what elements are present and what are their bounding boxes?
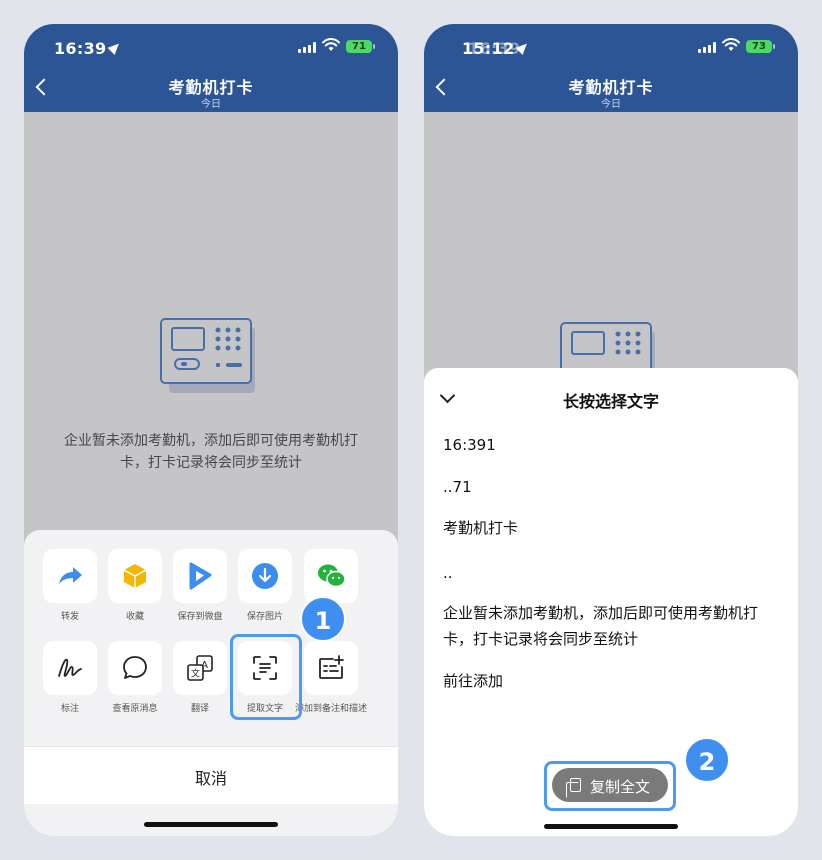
page-subtitle: 今日 (601, 99, 621, 110)
favorite-button[interactable] (108, 549, 162, 603)
wifi-icon (722, 38, 740, 51)
translate-icon: A文 (187, 655, 213, 681)
forward-button[interactable] (43, 549, 97, 603)
empty-state-message: 企业暂未添加考勤机，添加后即可使用考勤机打卡，打卡记录将会同步至统计 (64, 433, 358, 471)
add-to-notes-button[interactable] (304, 641, 358, 695)
copy-icon (566, 778, 581, 798)
status-bar: 16:39 15:12 73 (424, 24, 798, 68)
ocr-text-line[interactable]: ..71 (443, 474, 782, 500)
save-to-wedrive-button[interactable] (173, 549, 227, 603)
favorite-cube-icon (123, 564, 147, 588)
signature-icon (58, 658, 82, 677)
extract-text-highlight (230, 634, 302, 720)
cellular-signal-icon (298, 42, 316, 53)
nav-bar: 考勤机打卡 今日 (24, 68, 398, 112)
nav-bar: 考勤机打卡 今日 (424, 68, 798, 112)
status-bar: 16:39 71 (24, 24, 398, 68)
wedrive-icon (189, 562, 212, 590)
location-arrow-icon (516, 40, 531, 55)
left-phone-screen: 16:39 71 考勤机打卡 今日 企业暂未添加考勤机，添加后即可使用考勤机打卡… (24, 24, 398, 836)
ocr-text-line[interactable]: 考勤机打卡 (443, 515, 782, 541)
battery-icon: 73 (746, 40, 775, 53)
wechat-button[interactable] (304, 549, 358, 603)
translate-button[interactable]: A文 (173, 641, 227, 695)
download-icon (252, 563, 278, 589)
cellular-signal-icon (698, 42, 716, 53)
home-indicator (144, 822, 278, 827)
add-to-notes-label: 添加到备注和描述 (294, 704, 367, 714)
ocr-text-line[interactable]: .. (443, 560, 782, 586)
view-original-message-button[interactable] (108, 641, 162, 695)
home-indicator (544, 824, 678, 829)
cancel-label: 取消 (194, 769, 227, 788)
forward-arrow-icon (59, 567, 82, 584)
annotate-button[interactable] (43, 641, 97, 695)
save-image-button[interactable] (238, 549, 292, 603)
copy-all-label: 复制全文 (590, 778, 651, 796)
extracted-text-sheet: 长按选择文字 16:391 ..71 考勤机打卡 .. 企业暂未添加考勤机，添加… (424, 368, 798, 836)
attendance-machine-icon (160, 318, 255, 393)
step-badge-2: 2 (684, 737, 730, 783)
status-time: 15:12 (462, 39, 531, 58)
ocr-text-line[interactable]: 前往添加 (443, 668, 782, 694)
svg-text:文: 文 (191, 668, 200, 680)
copy-all-button[interactable]: 复制全文 (552, 768, 668, 802)
ocr-text-line[interactable]: 企业暂未添加考勤机，添加后即可使用考勤机打卡，打卡记录将会同步至统计 (443, 600, 782, 652)
ocr-text-line[interactable]: 16:391 (443, 432, 782, 458)
cancel-button[interactable]: 取消 (24, 746, 398, 804)
chat-bubble-icon (123, 656, 147, 679)
add-note-icon (319, 655, 344, 679)
step-badge-1: 1 (300, 596, 346, 642)
share-sheet: 转发 收藏 保存到微盘 保存图片 微信 标注 查看原消息 A文 翻译 (24, 530, 398, 836)
right-phone-screen: 16:39 15:12 73 考勤机打卡 今日 长按选择文字 16:391 ..… (424, 24, 798, 836)
sheet-title: 长按选择文字 (562, 392, 659, 411)
wechat-icon (318, 564, 346, 588)
page-subtitle: 今日 (201, 99, 221, 110)
status-time: 16:39 (54, 39, 123, 58)
battery-icon: 71 (346, 40, 375, 53)
location-arrow-icon (108, 40, 123, 55)
wifi-icon (322, 38, 340, 51)
